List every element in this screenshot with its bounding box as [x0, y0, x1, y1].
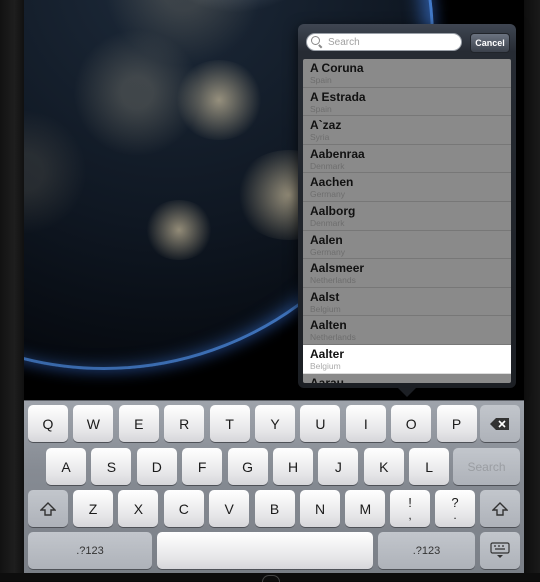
key-p[interactable]: P: [436, 405, 477, 442]
city-name: Aalsmeer: [310, 261, 365, 276]
city-lights: [144, 200, 214, 260]
key-top-char: !: [408, 494, 412, 510]
shift-key-right[interactable]: [480, 490, 520, 527]
country-name: Netherlands: [310, 332, 356, 343]
country-name: Belgium: [310, 360, 341, 371]
city-name: A`zaz: [310, 118, 342, 133]
country-name: Netherlands: [310, 275, 356, 286]
city-name: Aalst: [310, 289, 340, 304]
numbers-key-left[interactable]: .?123: [28, 532, 152, 569]
result-row[interactable]: Aalten Netherlands: [303, 316, 511, 345]
key-u[interactable]: U: [300, 405, 341, 442]
key-f[interactable]: F: [182, 448, 223, 485]
country-name: Denmark: [310, 160, 345, 171]
key-g[interactable]: G: [227, 448, 268, 485]
popover-arrow: [396, 386, 418, 397]
device-frame-right: [524, 0, 540, 581]
country-name: Spain: [310, 103, 332, 114]
city-name: A Estrada: [310, 89, 366, 104]
search-field[interactable]: [306, 33, 462, 51]
keyboard-dismiss-icon: [490, 541, 510, 558]
backspace-key[interactable]: [480, 405, 520, 442]
shift-key-left[interactable]: [28, 490, 68, 527]
key-e[interactable]: E: [118, 405, 159, 442]
country-name: Germany: [310, 189, 345, 200]
key-v[interactable]: V: [209, 490, 250, 527]
key-y[interactable]: Y: [255, 405, 295, 442]
city-name: Aalter: [310, 346, 345, 361]
city-name: Aalen: [310, 232, 343, 247]
city-name: Aabenraa: [310, 146, 365, 161]
key-i[interactable]: I: [345, 405, 386, 442]
shift-icon: [40, 501, 56, 516]
key-q[interactable]: Q: [28, 405, 68, 442]
search-input[interactable]: [328, 36, 458, 48]
key-a[interactable]: A: [46, 448, 86, 485]
key-d[interactable]: D: [136, 448, 177, 485]
city-name: Aalten: [310, 318, 347, 333]
country-name: Syria: [310, 132, 330, 143]
result-row[interactable]: A`zaz Syria: [303, 116, 511, 145]
city-name: Aarau: [310, 375, 345, 383]
country-name: Denmark: [310, 217, 345, 228]
key-exclamation-comma[interactable]: !,: [390, 490, 430, 527]
result-row[interactable]: Aarau: [303, 374, 511, 383]
backspace-icon: [490, 417, 509, 430]
city-name: A Coruna: [310, 61, 364, 75]
city-name: Aalborg: [310, 203, 356, 218]
key-o[interactable]: O: [391, 405, 432, 442]
key-c[interactable]: C: [163, 490, 204, 527]
result-row[interactable]: Aalen Germany: [303, 231, 511, 260]
search-popover: Cancel A CorunaSpainA EstradaSpainA`zazS…: [298, 24, 516, 388]
result-row[interactable]: A Coruna Spain: [303, 59, 511, 88]
key-l[interactable]: L: [409, 448, 450, 485]
key-x[interactable]: X: [118, 490, 159, 527]
key-top-char: ?: [451, 494, 459, 510]
key-j[interactable]: J: [318, 448, 359, 485]
key-t[interactable]: T: [209, 405, 250, 442]
city-name: Aachen: [310, 175, 354, 190]
key-s[interactable]: S: [91, 448, 132, 485]
result-row[interactable]: A Estrada Spain: [303, 88, 511, 117]
key-bottom-char: .: [453, 507, 457, 522]
country-name: Germany: [310, 246, 345, 257]
result-row[interactable]: Aalsmeer Netherlands: [303, 259, 511, 288]
shift-icon: [492, 501, 508, 516]
key-m[interactable]: M: [345, 490, 386, 527]
search-key[interactable]: Search: [453, 448, 520, 485]
country-name: Spain: [310, 75, 332, 85]
country-name: Belgium: [310, 303, 341, 314]
cancel-button[interactable]: Cancel: [470, 33, 510, 53]
space-bar[interactable]: [157, 532, 373, 569]
result-row[interactable]: Aalter Belgium: [303, 344, 511, 374]
key-r[interactable]: R: [164, 405, 205, 442]
key-n[interactable]: N: [300, 490, 340, 527]
on-screen-keyboard: Q W E R T Y U I O P A S D F G H J K L Search Z X C V B N M!,?. .?12…: [24, 400, 524, 574]
key-w[interactable]: W: [73, 405, 114, 442]
key-bottom-char: ,: [408, 507, 412, 522]
key-b[interactable]: B: [254, 490, 295, 527]
key-k[interactable]: K: [363, 448, 404, 485]
result-row[interactable]: Aabenraa Denmark: [303, 145, 511, 174]
search-icon: [311, 36, 323, 48]
result-row[interactable]: Aalst Belgium: [303, 288, 511, 317]
result-row[interactable]: Aachen Germany: [303, 173, 511, 202]
city-lights: [174, 60, 264, 140]
key-h[interactable]: H: [273, 448, 313, 485]
key-question-period[interactable]: ?.: [435, 490, 475, 527]
key-z[interactable]: Z: [73, 490, 113, 527]
result-row[interactable]: Aalborg Denmark: [303, 202, 511, 231]
hide-keyboard-key[interactable]: [480, 532, 520, 569]
device-frame-left: [0, 0, 24, 581]
numbers-key-right[interactable]: .?123: [378, 532, 475, 569]
search-results-list[interactable]: A Coruna Spain A Estrada Spain A`zaz Syria Aab…: [303, 59, 511, 383]
